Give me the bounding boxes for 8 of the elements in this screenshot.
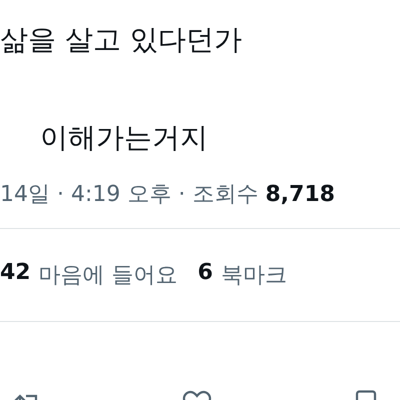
- tweet-text: 삶을 살고 있다던가: [0, 22, 243, 58]
- stat-label: 마음에 들어요: [38, 262, 178, 290]
- stat-count: 42: [0, 260, 31, 287]
- stat-label: 북마크: [220, 262, 287, 290]
- tweet-timestamp: 14일 · 4:19 오후 · 조회수: [0, 181, 258, 209]
- view-count: 8,718: [265, 181, 335, 209]
- stat-count: 6: [198, 260, 213, 287]
- tweet-text: 이해가는거지: [39, 120, 209, 156]
